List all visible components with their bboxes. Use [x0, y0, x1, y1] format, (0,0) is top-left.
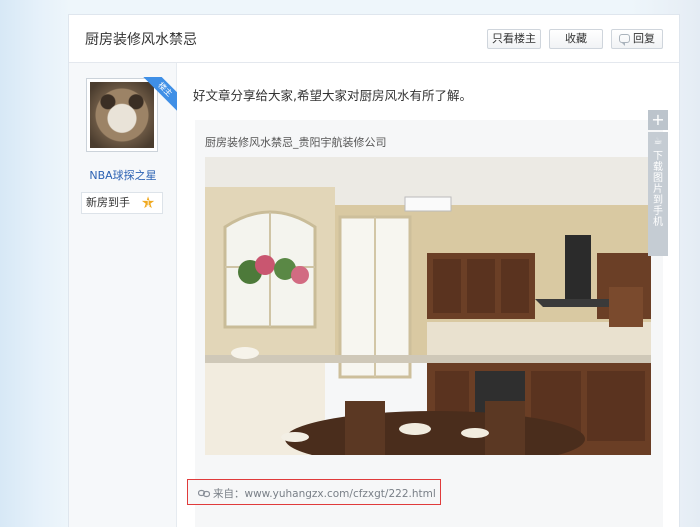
- source-highlight-box: 来自：www.yuhangzx.com/cfzxgt/222.html: [187, 479, 441, 505]
- quoted-article: 厨房装修风水禁忌_贵阳宇航装修公司 来自：www.yuhangzx.com/cf…: [187, 120, 663, 527]
- level-number: 1: [145, 199, 151, 208]
- post-panel: 厨房装修风水禁忌 只看楼主 收藏 回复 楼主 NBA球探之星 新房到手 ★ 1 好…: [68, 14, 680, 527]
- author-rank-label: 新房到手: [86, 196, 130, 209]
- source-link[interactable]: 来自：www.yuhangzx.com/cfzxgt/222.html: [198, 486, 436, 501]
- reply-button-label: 回复: [633, 32, 655, 45]
- only-op-button[interactable]: 只看楼主: [487, 29, 541, 49]
- author-name-link[interactable]: NBA球探之星: [69, 167, 177, 183]
- star-icon: ★ 1: [140, 193, 156, 212]
- author-rank-badge: 新房到手 ★ 1: [81, 192, 163, 214]
- source-link-label: 来自：www.yuhangzx.com/cfzxgt/222.html: [213, 488, 436, 500]
- favorite-button[interactable]: 收藏: [549, 29, 603, 49]
- download-to-phone-label: 下载图片到手机: [653, 151, 663, 228]
- reply-button[interactable]: 回复: [611, 29, 663, 49]
- quoted-article-title[interactable]: 厨房装修风水禁忌_贵阳宇航装修公司: [205, 134, 387, 150]
- post-title: 厨房装修风水禁忌: [85, 32, 197, 48]
- android-icon: ☕: [653, 136, 663, 147]
- side-tools: + ☕ 下载图片到手机: [648, 110, 668, 256]
- link-icon: [198, 489, 210, 498]
- op-badge-label: 楼主: [143, 77, 177, 111]
- kitchen-image[interactable]: [205, 157, 651, 455]
- post-header: 厨房装修风水禁忌 只看楼主 收藏 回复: [69, 15, 679, 63]
- author-sidebar: 楼主 NBA球探之星 新房到手 ★ 1: [69, 63, 177, 527]
- op-badge: 楼主: [143, 77, 177, 111]
- reply-icon: [619, 34, 630, 46]
- post-body: 好文章分享给大家,希望大家对厨房风水有所了解。: [193, 88, 472, 103]
- plus-button[interactable]: +: [648, 110, 668, 130]
- download-to-phone-button[interactable]: ☕ 下载图片到手机: [648, 132, 668, 256]
